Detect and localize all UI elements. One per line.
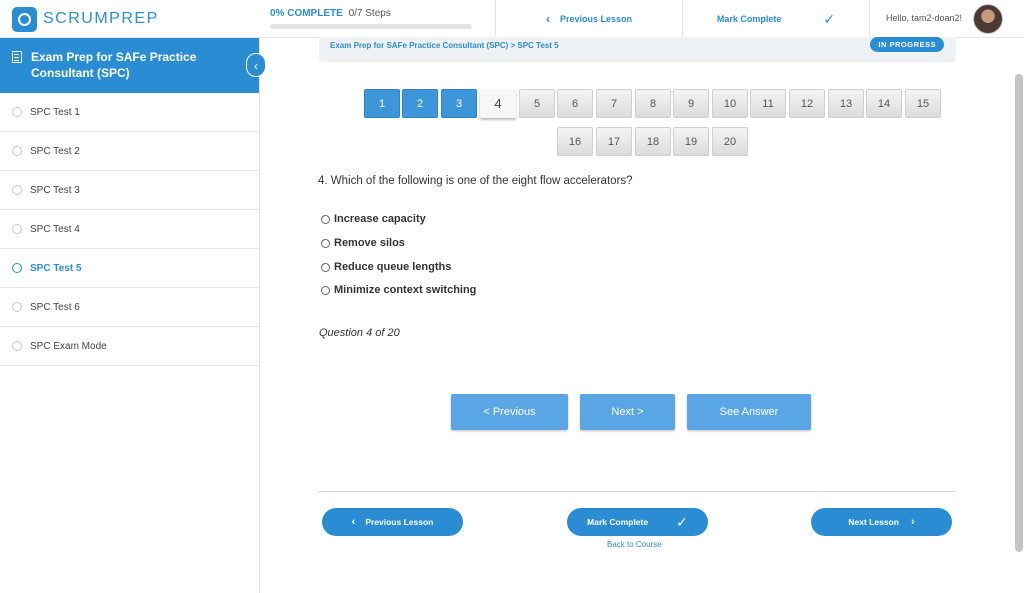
sidebar-item-label: SPC Test 6 [30, 301, 80, 313]
progress-steps: 0/7 Steps [348, 8, 391, 19]
radio-button[interactable] [321, 262, 330, 272]
progress-text: 0% COMPLETE 0/7 Steps [270, 8, 474, 19]
previous-lesson-label: Previous Lesson [365, 517, 434, 527]
question-number-button[interactable]: 6 [557, 89, 593, 118]
answer-option[interactable]: Increase capacity [321, 212, 426, 226]
breadcrumb[interactable]: Exam Prep for SAFe Practice Consultant (… [330, 41, 559, 50]
sidebar-item-lesson[interactable]: SPC Test 3 [0, 171, 259, 210]
sidebar-item-lesson[interactable]: SPC Test 4 [0, 210, 259, 249]
previous-lesson-button[interactable]: ‹ Previous Lesson [322, 508, 463, 536]
scrollbar[interactable] [1015, 74, 1023, 552]
progress-bar [270, 24, 472, 29]
top-previous-lesson-label: Previous Lesson [559, 14, 633, 24]
course-progress: 0% COMPLETE 0/7 Steps [270, 8, 474, 29]
question-number-button[interactable]: 19 [673, 127, 709, 156]
chevron-left-icon: ‹ [254, 59, 258, 73]
next-question-button[interactable]: Next > [580, 394, 675, 430]
status-circle-icon [12, 224, 22, 234]
question-number-button[interactable]: 7 [596, 89, 632, 118]
status-circle-icon [12, 341, 22, 351]
top-mark-complete-label: Mark Complete [716, 14, 782, 24]
question-number-button[interactable]: 16 [557, 127, 593, 156]
question-number-button[interactable]: 1 [364, 89, 400, 118]
question-number-button[interactable]: 12 [789, 89, 825, 118]
sidebar-item-lesson[interactable]: SPC Test 1 [0, 93, 259, 132]
document-icon [12, 51, 22, 63]
answer-option-label: Reduce queue lengths [334, 261, 452, 273]
question-number-button[interactable]: 8 [635, 89, 671, 118]
question-text: 4. Which of the following is one of the … [318, 175, 633, 187]
question-number-button[interactable]: 14 [866, 89, 902, 118]
user-greeting: Hello, tam2-doan2! [886, 13, 963, 23]
sidebar-item-label: SPC Test 5 [30, 262, 82, 274]
footer-divider [318, 491, 956, 492]
status-circle-icon [12, 185, 22, 195]
see-answer-button[interactable]: See Answer [687, 394, 811, 430]
question-number-button[interactable]: 18 [635, 127, 671, 156]
question-number-button[interactable]: 5 [519, 89, 555, 118]
question-number-button[interactable]: 13 [828, 89, 864, 118]
sidebar-item-lesson[interactable]: SPC Test 6 [0, 288, 259, 327]
logo[interactable]: SCRUMPREP [12, 6, 159, 32]
question-number-button[interactable]: 11 [750, 89, 786, 118]
question-number-button[interactable]: 15 [905, 89, 941, 118]
divider [869, 0, 870, 38]
sidebar-item-lesson[interactable]: SPC Exam Mode [0, 327, 259, 366]
top-bar: SCRUMPREP 0% COMPLETE 0/7 Steps ‹ Previo… [0, 0, 1024, 38]
brand-name: SCRUMPREP [43, 10, 159, 27]
question-number-button[interactable]: 20 [712, 127, 748, 156]
question-number-button[interactable]: 17 [596, 127, 632, 156]
answer-option-label: Increase capacity [334, 213, 426, 225]
sidebar-item-label: SPC Test 3 [30, 184, 80, 196]
avatar[interactable] [973, 4, 1003, 34]
sidebar-item-label: SPC Test 1 [30, 106, 80, 118]
next-lesson-button[interactable]: Next Lesson › [811, 508, 952, 536]
question-number-button[interactable]: 10 [712, 89, 748, 118]
course-title: Exam Prep for SAFe Practice Consultant (… [31, 50, 197, 80]
top-mark-complete-button[interactable]: Mark Complete ✓ [683, 0, 869, 38]
sidebar-item-lesson[interactable]: SPC Test 2 [0, 132, 259, 171]
status-badge: IN PROGRESS [870, 37, 944, 52]
collapse-sidebar-button[interactable]: ‹ [246, 53, 266, 77]
check-icon: ✓ [676, 513, 688, 530]
breadcrumb-bar: Exam Prep for SAFe Practice Consultant (… [319, 37, 956, 62]
answer-option[interactable]: Remove silos [321, 236, 405, 250]
question-number-button[interactable]: 4 [480, 89, 516, 118]
lesson-list: SPC Test 1 SPC Test 2 SPC Test 3 SPC Test 4… [0, 93, 259, 366]
question-number-button[interactable]: 2 [402, 89, 438, 118]
status-circle-icon [12, 302, 22, 312]
radio-button[interactable] [321, 238, 330, 248]
next-lesson-label: Next Lesson [848, 517, 899, 527]
previous-question-button[interactable]: < Previous [451, 394, 568, 430]
answer-option[interactable]: Minimize context switching [321, 283, 476, 297]
question-number-button[interactable]: 3 [441, 89, 477, 118]
chevron-left-icon: ‹ [545, 12, 550, 26]
mark-complete-label: Mark Complete [587, 517, 649, 527]
chevron-right-icon: › [910, 516, 915, 528]
sidebar-item-label: SPC Test 4 [30, 223, 80, 235]
sidebar-item-lesson[interactable]: SPC Test 5 [0, 249, 259, 288]
course-header[interactable]: Exam Prep for SAFe Practice Consultant (… [0, 38, 259, 93]
chevron-left-icon: ‹ [351, 516, 356, 528]
answer-option-label: Remove silos [334, 237, 405, 249]
logo-icon [12, 6, 37, 32]
status-circle-icon [12, 263, 22, 273]
back-to-course-link[interactable]: Back to Course [607, 540, 662, 549]
check-icon: ✓ [823, 10, 836, 27]
question-counter: Question 4 of 20 [319, 327, 400, 339]
progress-percent: 0% COMPLETE [270, 8, 343, 19]
top-previous-lesson-button[interactable]: ‹ Previous Lesson [496, 0, 682, 38]
status-circle-icon [12, 107, 22, 117]
radio-button[interactable] [321, 285, 330, 295]
question-number-button[interactable]: 9 [673, 89, 709, 118]
sidebar-item-label: SPC Test 2 [30, 145, 80, 157]
sidebar: Exam Prep for SAFe Practice Consultant (… [0, 38, 260, 593]
answer-option-label: Minimize context switching [334, 284, 477, 296]
mark-complete-button[interactable]: Mark Complete ✓ [567, 508, 708, 536]
sidebar-item-label: SPC Exam Mode [30, 340, 107, 352]
status-circle-icon [12, 146, 22, 156]
answer-option[interactable]: Reduce queue lengths [321, 260, 451, 274]
radio-button[interactable] [321, 214, 330, 224]
